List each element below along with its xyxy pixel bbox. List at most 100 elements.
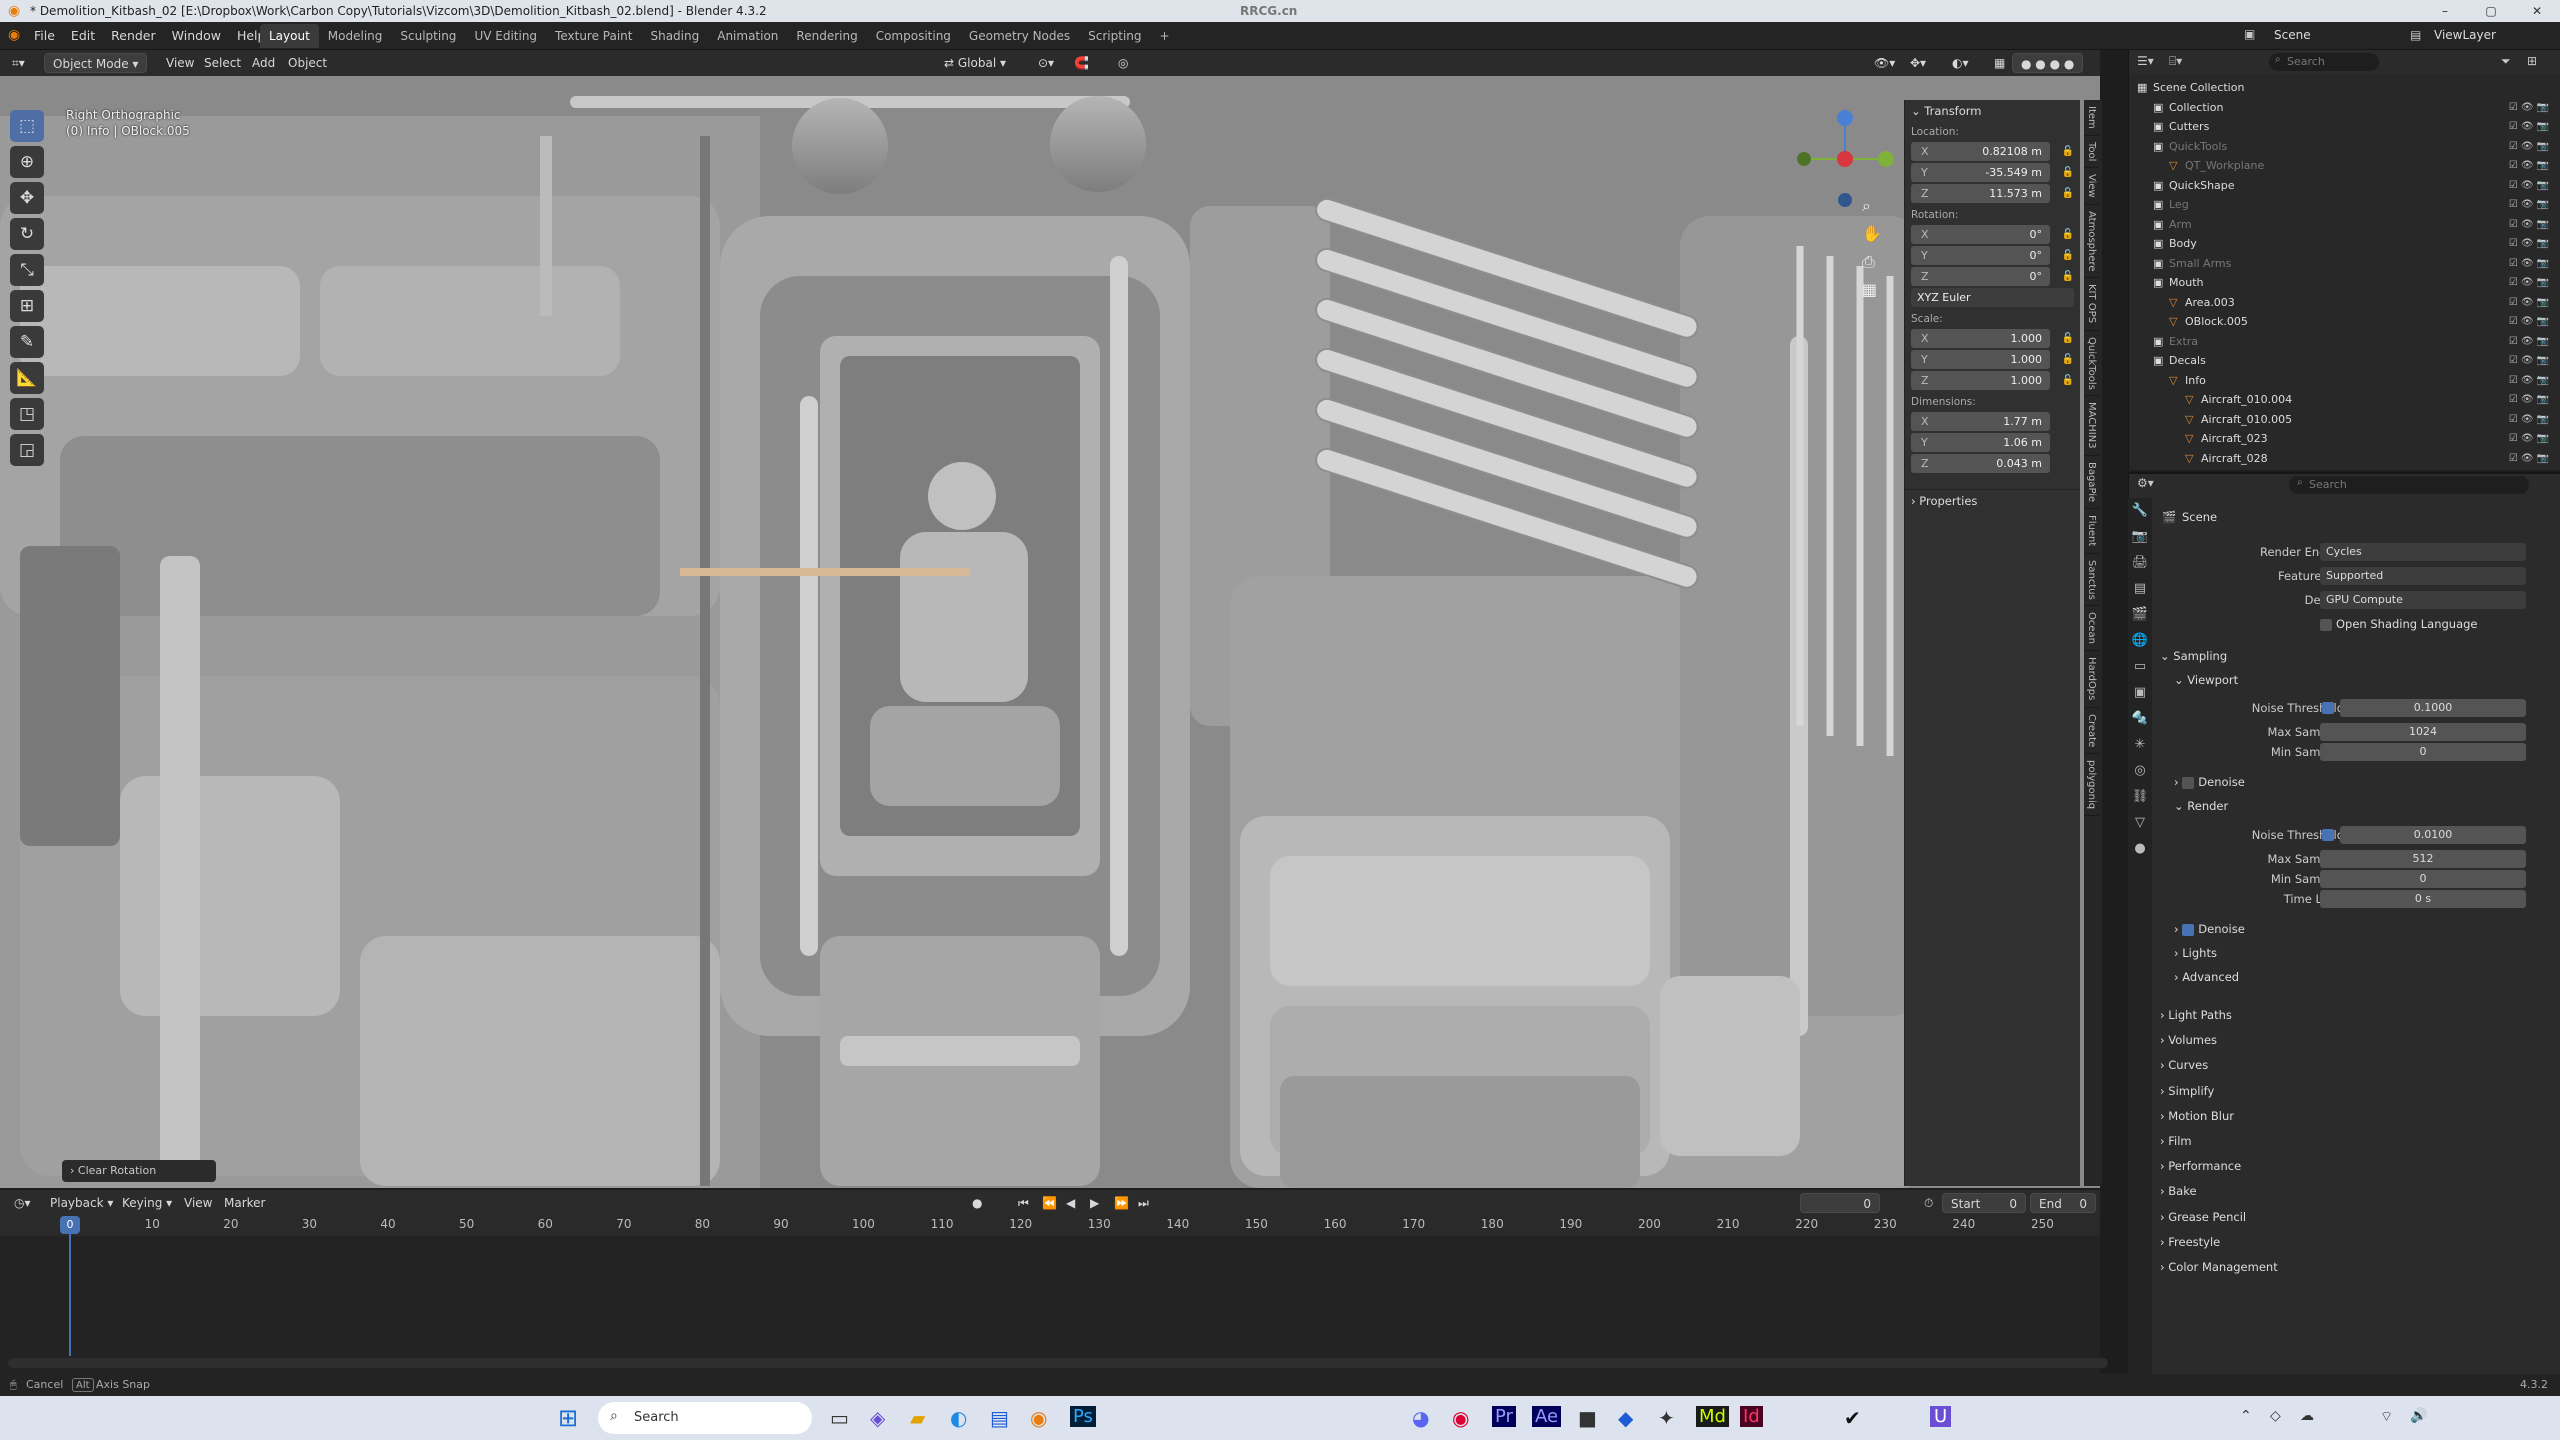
- outliner-row[interactable]: ▣ Mouth ☑👁📷: [2129, 273, 2560, 293]
- play-icon[interactable]: ▶: [1082, 1193, 1107, 1213]
- modifier-tab-icon[interactable]: 🔩: [2128, 706, 2152, 732]
- tab-scripting[interactable]: Scripting: [1079, 24, 1150, 48]
- after-effects-icon[interactable]: Ae: [1532, 1406, 1562, 1427]
- move-icon[interactable]: ✥: [10, 182, 44, 214]
- menu-select[interactable]: Select: [196, 53, 249, 73]
- tab-fluent[interactable]: Fluent: [2084, 509, 2099, 554]
- display-mode-icon[interactable]: ⌸▾: [2169, 54, 2182, 69]
- rotation-z-field[interactable]: Z 0° 🔓: [1911, 267, 2074, 286]
- feature-set-dropdown[interactable]: Supported: [2320, 567, 2526, 585]
- osl-checkbox[interactable]: Open Shading Language: [2320, 613, 2478, 635]
- dimensions-z-field[interactable]: Z 0.043 m: [1911, 454, 2050, 473]
- jump-start-icon[interactable]: ⏮: [1010, 1193, 1037, 1213]
- lock-icon[interactable]: 🔓: [2062, 371, 2074, 390]
- rotation-y-field[interactable]: Y 0° 🔓: [1911, 246, 2074, 265]
- properties-header[interactable]: › Properties: [1905, 489, 2080, 512]
- tab-modeling[interactable]: Modeling: [319, 24, 392, 48]
- object-mode-dropdown[interactable]: Object Mode ▾: [44, 53, 148, 73]
- visibility-toggles-icon[interactable]: ☑👁📷: [2509, 273, 2552, 293]
- visibility-toggles-icon[interactable]: ☑👁📷: [2509, 137, 2552, 157]
- scene-tab-icon[interactable]: 🎬: [2128, 602, 2152, 628]
- timeline-ruler[interactable]: 0 10 20 30 40 50 60 70 80 90 100 110 120 130 140 150 160…: [0, 1214, 2100, 1236]
- proportional-edit-icon[interactable]: ◎: [1110, 53, 1136, 73]
- panel-header[interactable]: › Film: [2160, 1130, 2550, 1152]
- filter-icon[interactable]: ⏷: [2501, 54, 2511, 69]
- pivot-icon[interactable]: ⊙▾: [1030, 53, 1062, 73]
- transform-icon[interactable]: ⊞: [10, 290, 44, 322]
- tab-tool[interactable]: Tool: [2084, 136, 2099, 169]
- tab-polygoniq[interactable]: polygoniq: [2084, 754, 2099, 817]
- panel-header[interactable]: › Motion Blur: [2160, 1105, 2550, 1127]
- outliner-row[interactable]: ▣ Decals ☑👁📷: [2129, 351, 2560, 371]
- visibility-icon[interactable]: 👁▾: [1866, 53, 1903, 73]
- xray-icon[interactable]: ▦: [1986, 53, 2013, 73]
- panel-header[interactable]: › Color Management: [2160, 1256, 2550, 1278]
- vp-noise-checkbox[interactable]: [2322, 702, 2334, 714]
- add-cube-icon[interactable]: ◳: [10, 398, 44, 430]
- location-y-field[interactable]: Y -35.549 m 🔓: [1911, 163, 2074, 182]
- vp-max-field[interactable]: 1024: [2320, 723, 2526, 741]
- blender-taskbar-icon[interactable]: ◉: [1030, 1406, 1047, 1430]
- panel-header[interactable]: › Freestyle: [2160, 1231, 2550, 1253]
- tab-hardops[interactable]: HardOps: [2084, 651, 2099, 708]
- render-tab-icon[interactable]: 📷: [2128, 524, 2152, 550]
- tab-layout[interactable]: Layout: [260, 24, 319, 48]
- tool-tab-icon[interactable]: 🔧: [2128, 498, 2152, 524]
- menu-file[interactable]: File: [26, 22, 63, 50]
- sampling-panel-header[interactable]: ⌄ Sampling: [2160, 645, 2550, 667]
- tab-quicktools[interactable]: QuickTools: [2084, 331, 2099, 397]
- copilot-icon[interactable]: ◈: [870, 1406, 885, 1430]
- outliner-row[interactable]: ▽ OBlock.005 ☑👁📷: [2129, 312, 2560, 332]
- new-collection-icon[interactable]: ⊞: [2527, 54, 2537, 68]
- menu-edit[interactable]: Edit: [63, 22, 103, 50]
- outliner-row[interactable]: ▽ Aircraft_010.004 ☑👁📷: [2129, 390, 2560, 410]
- vp-denoise-header[interactable]: › Denoise: [2174, 771, 2560, 793]
- terminal-icon[interactable]: ■: [1578, 1406, 1597, 1430]
- camera-view-icon[interactable]: ⎙: [1862, 252, 1875, 272]
- outliner-row[interactable]: ▣ Leg ☑👁📷: [2129, 195, 2560, 215]
- location-z-field[interactable]: Z 11.573 m 🔓: [1911, 184, 2074, 203]
- visibility-toggles-icon[interactable]: ☑👁📷: [2509, 156, 2552, 176]
- visibility-toggles-icon[interactable]: ☑👁📷: [2509, 449, 2552, 469]
- physics-tab-icon[interactable]: ◎: [2128, 758, 2152, 784]
- scale-icon[interactable]: ⤡: [10, 254, 44, 286]
- rotation-x-field[interactable]: X 0° 🔓: [1911, 225, 2074, 244]
- taskbar-search[interactable]: Search: [598, 1402, 812, 1434]
- ortho-toggle-icon[interactable]: ▦: [1862, 280, 1877, 299]
- app-icon[interactable]: ✔: [1844, 1406, 1861, 1430]
- tab-ocean[interactable]: Ocean: [2084, 606, 2099, 652]
- lock-icon[interactable]: 🔓: [2062, 184, 2074, 203]
- outliner-row[interactable]: ▽ Info ☑👁📷: [2129, 371, 2560, 391]
- edge-icon[interactable]: ◐: [950, 1406, 967, 1430]
- visibility-toggles-icon[interactable]: ☑👁📷: [2509, 176, 2552, 196]
- tab-bagapie[interactable]: BagaPie: [2084, 456, 2099, 510]
- outliner-search-input[interactable]: Search: [2269, 53, 2379, 71]
- tab-create[interactable]: Create: [2084, 708, 2099, 754]
- tab-view[interactable]: View: [2084, 168, 2099, 205]
- location-x-field[interactable]: X 0.82108 m 🔓: [1911, 142, 2074, 161]
- file-explorer-icon[interactable]: ▰: [910, 1406, 925, 1430]
- tab-rendering[interactable]: Rendering: [787, 24, 866, 48]
- keying-menu[interactable]: Keying ▾: [114, 1193, 180, 1213]
- panel-header[interactable]: › Performance: [2160, 1155, 2550, 1177]
- output-tab-icon[interactable]: 🖨: [2128, 550, 2152, 576]
- navigation-gizmo[interactable]: [1790, 104, 1900, 214]
- outliner-row[interactable]: ▣ Collection ☑👁📷: [2129, 98, 2560, 118]
- start-icon[interactable]: ⊞: [558, 1404, 578, 1432]
- app-icon[interactable]: ◆: [1618, 1406, 1633, 1430]
- transform-header[interactable]: ⌄ Transform: [1905, 100, 2080, 122]
- visibility-toggles-icon[interactable]: ☑👁📷: [2509, 410, 2552, 430]
- r-denoise-header[interactable]: › Denoise: [2174, 918, 2560, 940]
- outliner-row[interactable]: ▣ Cutters ☑👁📷: [2129, 117, 2560, 137]
- 3d-viewport[interactable]: Right Orthographic (0) Info | OBlock.005…: [0, 76, 2100, 1188]
- gizmo-toggle-icon[interactable]: ✥▾: [1902, 53, 1934, 73]
- editor-type-icon[interactable]: ⚙▾: [2137, 476, 2154, 490]
- outliner-row[interactable]: ▣ Body ☑👁📷: [2129, 234, 2560, 254]
- time-limit-field[interactable]: 0 s: [2320, 890, 2526, 908]
- last-operator-panel[interactable]: › Clear Rotation: [62, 1160, 216, 1182]
- cursor-icon[interactable]: ⊕: [10, 146, 44, 178]
- start-frame-field[interactable]: Start 0: [1942, 1193, 2026, 1213]
- panel-header[interactable]: › Light Paths: [2160, 1004, 2550, 1026]
- tab-texture-paint[interactable]: Texture Paint: [546, 24, 641, 48]
- pan-icon[interactable]: ✋: [1862, 224, 1882, 243]
